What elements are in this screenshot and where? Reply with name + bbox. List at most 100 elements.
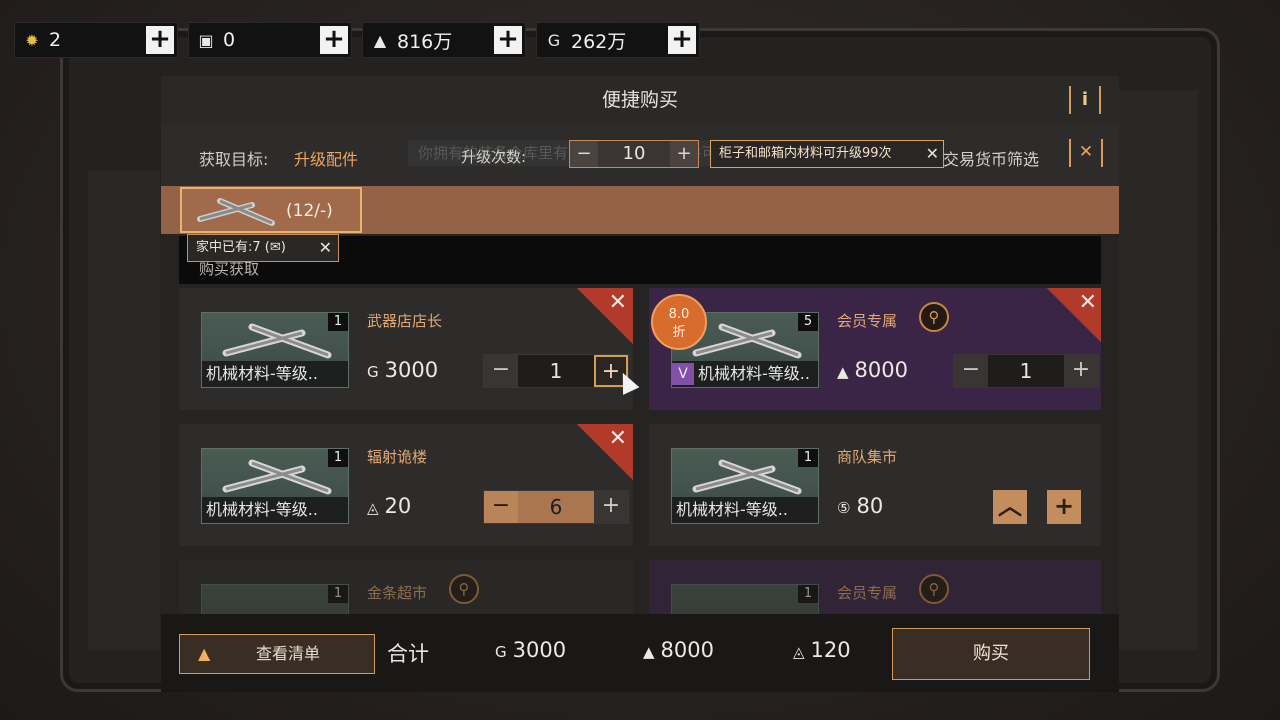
close-icon: ✕ xyxy=(608,290,627,315)
currency-value: 262万 xyxy=(571,30,627,53)
total-label: 合计 xyxy=(387,642,429,666)
item-thumbnail[interactable]: 1 xyxy=(201,584,349,614)
item-quantity: 1 xyxy=(798,585,818,603)
stack-icon: ▲ xyxy=(198,644,211,663)
quantity-stepper: − 6 + xyxy=(483,490,629,524)
offer-card-member: 1 会员专属 ⚲ xyxy=(649,560,1101,614)
quantity-stepper: − 1 + xyxy=(483,354,629,388)
increment-button[interactable]: + xyxy=(670,141,698,167)
dialog-title-bar: 便捷购买 i xyxy=(161,76,1119,124)
quantity-stepper: − 1 + xyxy=(953,354,1099,388)
item-quantity: 1 xyxy=(798,449,818,467)
currency-ticket: ▣ 0 + xyxy=(188,22,352,58)
target-label: 获取目标: xyxy=(199,150,269,169)
upgrade-count-label: 升级次数: xyxy=(461,148,527,166)
upgrade-count-value[interactable]: 10 xyxy=(598,141,670,167)
upgrade-tip: 柜子和邮箱内材料可升级99次 ✕ xyxy=(710,140,944,168)
gear-coin-icon: ✹ xyxy=(25,30,39,50)
total-radiation-token: ◬ 120 xyxy=(793,638,851,662)
close-icon: ✕ xyxy=(1078,290,1097,315)
owned-tip-text: 家中已有:7 (✉) xyxy=(196,240,286,255)
item-quantity: 1 xyxy=(328,313,348,331)
item-price: ▲ 8000 xyxy=(837,358,908,382)
currency-bar: ✹ 2 + ▣ 0 + ▲ 816万 + G 262万 + xyxy=(14,22,700,58)
currency-value: 0 xyxy=(223,29,236,51)
item-price: ◬ 20 xyxy=(367,494,411,518)
quantity-value[interactable]: 1 xyxy=(518,355,594,387)
coin-icon: G xyxy=(367,363,379,381)
mechanical-part-icon xyxy=(222,459,332,495)
view-list-button[interactable]: ▲ 查看清单 xyxy=(179,634,375,674)
offer-card: 1 机械材料-等级.. 武器店店长 G 3000 − 1 + ✕ xyxy=(179,288,633,410)
quantity-value[interactable]: 1 xyxy=(988,355,1064,387)
gold-bar-icon: ▲ xyxy=(643,643,655,661)
info-button[interactable]: i xyxy=(1069,86,1101,114)
search-icon[interactable]: ⚲ xyxy=(449,574,479,604)
add-currency-button[interactable]: + xyxy=(668,26,696,54)
buy-button[interactable]: 购买 xyxy=(892,628,1090,680)
remove-offer-button[interactable]: ✕ xyxy=(577,288,633,344)
item-thumbnail[interactable]: 1 机械材料-等级.. xyxy=(201,312,349,388)
currency-coin: G 262万 + xyxy=(536,22,700,58)
search-icon[interactable]: ⚲ xyxy=(919,302,949,332)
ticket-icon: ▣ xyxy=(198,30,214,50)
offer-card-member: 5 机械材料-等级.. V 8.0 折 会员专属 ⚲ ▲ 8000 − 1 + ✕ xyxy=(649,288,1101,410)
add-currency-button[interactable]: + xyxy=(146,26,174,54)
close-icon[interactable]: ✕ xyxy=(926,141,939,167)
decrement-button[interactable]: − xyxy=(954,355,988,387)
close-icon[interactable]: ✕ xyxy=(319,235,332,261)
offer-card: 1 机械材料-等级.. 商队集市 ⑤ 80 ︿ + xyxy=(649,424,1101,546)
increment-button[interactable]: + xyxy=(594,491,628,523)
currency-value: 816万 xyxy=(397,30,453,53)
increment-button[interactable]: + xyxy=(1064,355,1098,387)
radiation-token-icon: ◬ xyxy=(367,499,379,517)
bottom-bar: ▲ 查看清单 合计 G 3000 ▲ 8000 ◬ 120 购买 xyxy=(161,614,1119,692)
discount-badge: 8.0 折 xyxy=(651,294,707,350)
quantity-value[interactable]: 6 xyxy=(518,491,594,523)
shop-name: 金条超市 xyxy=(367,584,428,602)
tools-icon[interactable]: ✕ xyxy=(1069,139,1103,167)
currency-gold-bar: ▲ 816万 + xyxy=(362,22,526,58)
add-currency-button[interactable]: + xyxy=(494,26,522,54)
mechanical-part-icon xyxy=(692,459,802,495)
chevron-up-icon[interactable]: ︿ xyxy=(993,490,1027,524)
view-list-label: 查看清单 xyxy=(256,644,321,663)
background-panel-left xyxy=(88,170,160,650)
shop-name: 武器店店长 xyxy=(367,312,443,330)
decrement-button[interactable]: − xyxy=(570,141,598,167)
upgrade-count-stepper: − 10 + xyxy=(569,140,699,168)
item-thumbnail[interactable]: 1 机械材料-等级.. xyxy=(671,448,819,524)
shop-name: 会员专属 xyxy=(837,584,898,602)
target-value[interactable]: 升级配件 xyxy=(294,146,358,170)
remove-offer-button[interactable]: ✕ xyxy=(577,424,633,480)
quick-buy-dialog: 便捷购买 i 获取目标: 升级配件 你拥有的装备仓库里有120件可升级的配件可…… xyxy=(161,76,1119,690)
material-chip[interactable]: (12/-) xyxy=(180,187,362,233)
decrement-button[interactable]: − xyxy=(484,355,518,387)
shop-name: 商队集市 xyxy=(837,448,898,466)
dialog-title: 便捷购买 xyxy=(601,89,678,111)
currency-filter-label[interactable]: 交易货币筛选 xyxy=(943,146,1039,170)
add-currency-button[interactable]: + xyxy=(320,26,348,54)
search-icon[interactable]: ⚲ xyxy=(919,574,949,604)
item-name: 机械材料-等级.. xyxy=(202,497,348,523)
shop-name: 会员专属 xyxy=(837,312,898,330)
owned-tip: 家中已有:7 (✉) ✕ xyxy=(187,234,339,262)
total-value: 120 xyxy=(810,638,851,662)
total-value: 8000 xyxy=(660,638,714,662)
shop-name: 辐射诡楼 xyxy=(367,448,428,466)
upgrade-tip-text: 柜子和邮箱内材料可升级99次 xyxy=(719,146,892,161)
item-thumbnail[interactable]: 1 机械材料-等级.. xyxy=(201,448,349,524)
price-value: 20 xyxy=(384,494,412,518)
radiation-token-icon: ◬ xyxy=(793,643,805,661)
offer-grid: 1 机械材料-等级.. 武器店店长 G 3000 − 1 + ✕ 5 机械材料-等… xyxy=(179,288,1101,614)
filter-row: 获取目标: 升级配件 你拥有的装备仓库里有120件可升级的配件可… 升级次数: … xyxy=(161,124,1119,186)
item-quantity: 5 xyxy=(798,313,818,331)
add-button[interactable]: + xyxy=(1047,490,1081,524)
material-bar: (12/-) xyxy=(161,186,1119,234)
item-thumbnail[interactable]: 1 xyxy=(671,584,819,614)
decrement-button[interactable]: − xyxy=(484,491,518,523)
total-value: 3000 xyxy=(512,638,567,662)
currency-gear: ✹ 2 + xyxy=(14,22,178,58)
mechanical-part-icon xyxy=(197,198,275,226)
remove-offer-button[interactable]: ✕ xyxy=(1047,288,1101,344)
